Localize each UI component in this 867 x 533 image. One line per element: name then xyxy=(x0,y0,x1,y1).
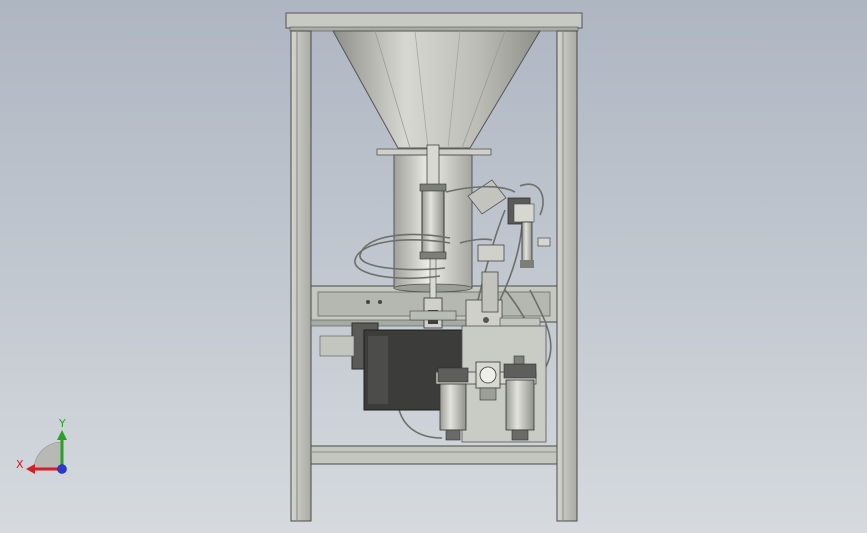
axis-triad: Y X xyxy=(16,417,67,474)
top-plate-underside xyxy=(289,26,579,32)
left-leg xyxy=(290,30,312,522)
z-axis-dot xyxy=(57,464,67,474)
right-leg xyxy=(556,30,578,522)
x-axis-label: X xyxy=(16,458,24,471)
dosing-cylinder xyxy=(393,154,507,293)
graphics-viewport[interactable]: Y X xyxy=(0,0,867,533)
lower-crossbar xyxy=(310,445,558,465)
valve-block xyxy=(465,197,551,347)
cad-model-canvas[interactable]: Y X xyxy=(0,0,867,533)
shelf-lip xyxy=(310,319,472,327)
triad-base-icon xyxy=(33,441,63,471)
hopper xyxy=(332,30,541,156)
top-plate xyxy=(285,12,583,29)
y-axis-label: Y xyxy=(58,417,66,430)
